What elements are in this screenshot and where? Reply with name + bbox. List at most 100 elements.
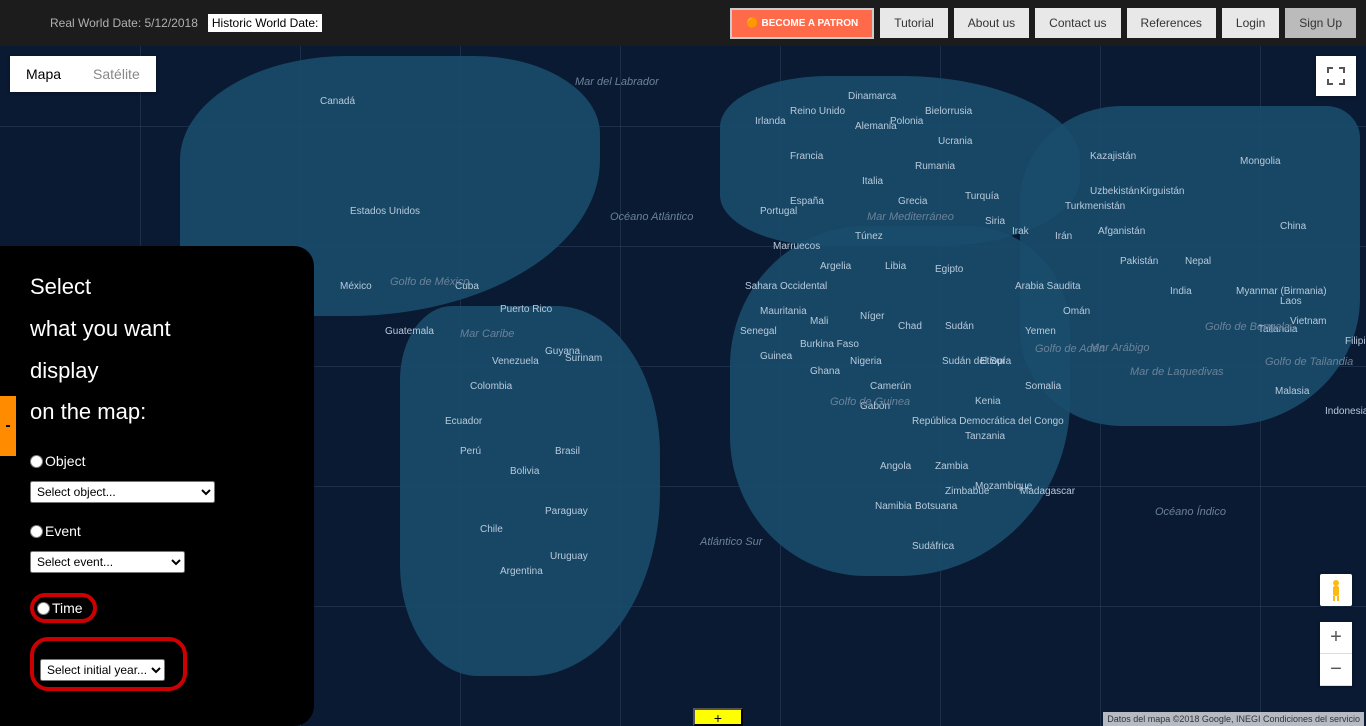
country-label: Puerto Rico <box>500 304 552 315</box>
country-label: Laos <box>1280 296 1302 307</box>
time-group: Time Select initial year... <box>30 593 284 691</box>
pegman-icon <box>1326 578 1346 602</box>
country-label: Argelia <box>820 261 851 272</box>
ocean-label: Mar Mediterráneo <box>867 211 954 223</box>
country-label: Níger <box>860 311 884 322</box>
sidebar-title: Select what you want display on the map: <box>30 266 284 433</box>
country-label: Mozambique <box>975 481 1032 492</box>
object-group: Object Select object... <box>30 453 284 503</box>
event-group: Event Select event... <box>30 523 284 573</box>
country-label: Argentina <box>500 566 543 577</box>
country-label: Arabia Saudita <box>1015 281 1081 292</box>
country-label: Marruecos <box>773 241 820 252</box>
event-radio-label[interactable]: Event <box>30 523 284 539</box>
country-label: España <box>790 196 824 207</box>
ocean-label: Mar Arábigo <box>1090 342 1150 354</box>
country-label: Kazajistán <box>1090 151 1136 162</box>
event-radio[interactable] <box>30 525 43 538</box>
country-label: Guinea <box>760 351 792 362</box>
map-type-satellite[interactable]: Satélite <box>77 56 156 92</box>
map-type-control: Mapa Satélite <box>10 56 156 92</box>
country-label: México <box>340 281 372 292</box>
nav-contact[interactable]: Contact us <box>1035 8 1120 38</box>
country-label: Bielorrusia <box>925 106 972 117</box>
country-label: Burkina Faso <box>800 339 859 350</box>
ocean-label: Golfo de Guinea <box>830 396 910 408</box>
country-label: Canadá <box>320 96 355 107</box>
country-label: Ghana <box>810 366 840 377</box>
country-label: Tanzania <box>965 431 1005 442</box>
country-label: Filipinas <box>1345 336 1366 347</box>
country-label: Angola <box>880 461 911 472</box>
country-label: Irak <box>1012 226 1029 237</box>
become-patron-button[interactable]: 🟠 BECOME A PATRON <box>730 8 874 39</box>
country-label: Irlanda <box>755 116 786 127</box>
country-label: Nigeria <box>850 356 882 367</box>
map-type-map[interactable]: Mapa <box>10 56 77 92</box>
sidebar-panel: Select what you want display on the map:… <box>0 246 314 726</box>
country-label: China <box>1280 221 1306 232</box>
country-label: Namibia <box>875 501 912 512</box>
time-radio[interactable] <box>37 602 50 615</box>
country-label: India <box>1170 286 1192 297</box>
event-select[interactable]: Select event... <box>30 551 185 573</box>
country-label: Ucrania <box>938 136 972 147</box>
country-label: Indonesia <box>1325 406 1366 417</box>
sidebar-toggle[interactable]: - <box>0 396 16 456</box>
country-label: Uruguay <box>550 551 588 562</box>
country-label: Italia <box>862 176 883 187</box>
ocean-label: Mar de Laquedivas <box>1130 366 1224 378</box>
nav-login[interactable]: Login <box>1222 8 1279 38</box>
fullscreen-button[interactable] <box>1316 56 1356 96</box>
time-radio-label[interactable]: Time <box>37 600 83 616</box>
country-label: Colombia <box>470 381 512 392</box>
country-label: Grecia <box>898 196 927 207</box>
country-label: Perú <box>460 446 481 457</box>
nav-references[interactable]: References <box>1127 8 1216 38</box>
country-label: Somalia <box>1025 381 1061 392</box>
country-label: Ecuador <box>445 416 482 427</box>
country-label: Camerún <box>870 381 911 392</box>
pegman-control[interactable] <box>1320 574 1352 606</box>
ocean-label: Golfo de Bengala <box>1205 321 1290 333</box>
map-container[interactable]: CanadáEstados UnidosMéxicoGuatemalaCubaP… <box>0 46 1366 726</box>
zoom-out-button[interactable]: − <box>1320 654 1352 686</box>
country-label: Sudáfrica <box>912 541 954 552</box>
country-label: Kirguistán <box>1140 186 1184 197</box>
country-label: Botsuana <box>915 501 957 512</box>
country-label: Sudán del Sur <box>942 356 1005 367</box>
time-select-highlight: Select initial year... <box>30 637 187 691</box>
historic-world-date: Historic World Date: <box>208 14 322 32</box>
country-label: República Democrática del Congo <box>912 416 1064 427</box>
sidebar-title-line3: display <box>30 350 284 392</box>
nav-tutorial[interactable]: Tutorial <box>880 8 948 38</box>
country-label: Omán <box>1063 306 1090 317</box>
country-label: Egipto <box>935 264 963 275</box>
event-label-text: Event <box>45 523 81 539</box>
ocean-label: Golfo de México <box>390 276 469 288</box>
country-label: Nepal <box>1185 256 1211 267</box>
country-label: Vietnam <box>1290 316 1327 327</box>
zoom-in-button[interactable]: + <box>1320 622 1352 654</box>
nav-about[interactable]: About us <box>954 8 1029 38</box>
timeline-add-button[interactable]: + <box>693 708 743 726</box>
country-label: Malasia <box>1275 386 1309 397</box>
country-label: Yemen <box>1025 326 1056 337</box>
object-radio-label[interactable]: Object <box>30 453 284 469</box>
country-label: Turquía <box>965 191 999 202</box>
header: Real World Date: 5/12/2018 Historic Worl… <box>0 0 1366 46</box>
country-label: Mauritania <box>760 306 807 317</box>
object-select[interactable]: Select object... <box>30 481 215 503</box>
header-nav: 🟠 BECOME A PATRON Tutorial About us Cont… <box>730 8 1356 39</box>
ocean-label: Océano Atlántico <box>610 211 693 223</box>
fullscreen-icon <box>1327 67 1345 85</box>
ocean-label: Océano Índico <box>1155 506 1226 518</box>
country-label: Guatemala <box>385 326 434 337</box>
object-radio[interactable] <box>30 455 43 468</box>
real-world-date: Real World Date: 5/12/2018 <box>50 16 198 30</box>
nav-signup[interactable]: Sign Up <box>1285 8 1356 38</box>
zoom-controls: + − <box>1320 622 1352 686</box>
country-label: Sudán <box>945 321 974 332</box>
time-select[interactable]: Select initial year... <box>40 659 165 681</box>
country-label: Sahara Occidental <box>745 281 827 292</box>
